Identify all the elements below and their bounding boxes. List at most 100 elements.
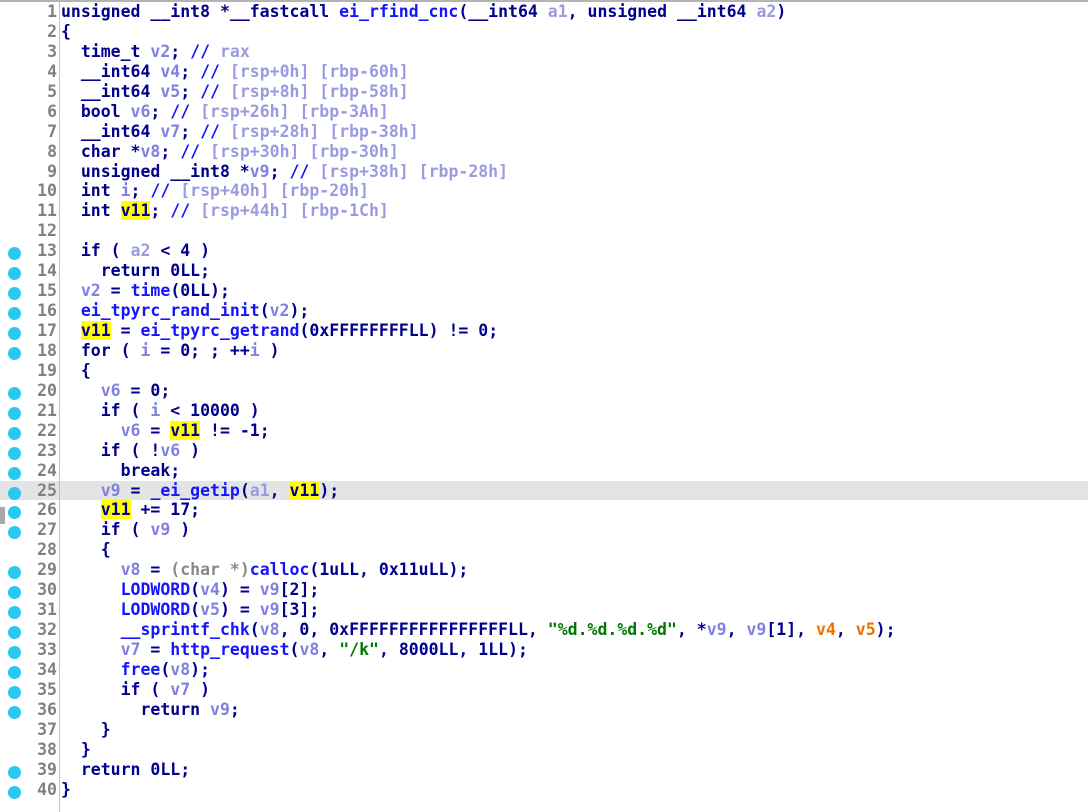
- code-token: , 0, 0xFFFFFFFFFFFFFFFFLL,: [279, 620, 548, 640]
- code-token: //: [200, 81, 220, 101]
- code-token: [rsp+38h] [rbp-28h]: [309, 161, 509, 181]
- code-line-text: if ( !v6 ): [61, 441, 200, 461]
- code-line[interactable]: 21 if ( i < 10000 ): [0, 401, 1088, 421]
- code-token: =: [120, 480, 151, 500]
- code-line[interactable]: 19 {: [0, 361, 1088, 381]
- code-token: [3];: [279, 600, 320, 620]
- code-token: ;: [170, 41, 191, 61]
- code-line[interactable]: 40}: [0, 780, 1088, 800]
- code-line[interactable]: 7 __int64 v7; // [rsp+28h] [rbp-38h]: [0, 122, 1088, 142]
- code-line[interactable]: 38 }: [0, 740, 1088, 760]
- pseudocode-view[interactable]: 1 unsigned __int8 *__fastcall ei_rfind_cn…: [0, 0, 1088, 812]
- code-line[interactable]: 14 return 0LL;: [0, 261, 1088, 281]
- code-token: ,: [567, 2, 588, 21]
- code-token: ) =: [219, 600, 260, 620]
- line-number: 33: [37, 640, 57, 659]
- code-line[interactable]: 35 if ( v7 ): [0, 680, 1088, 700]
- code-line[interactable]: 13 if ( a2 < 4 ): [0, 241, 1088, 261]
- code-line[interactable]: 11 int v11; // [rsp+44h] [rbp-1Ch]: [0, 201, 1088, 221]
- code-line[interactable]: 32 __sprintf_chk(v8, 0, 0xFFFFFFFFFFFFFF…: [0, 620, 1088, 640]
- code-token: //: [150, 181, 171, 201]
- line-number: 1: [47, 2, 57, 21]
- code-line[interactable]: 31 LODWORD(v5) = v9[3];: [0, 600, 1088, 620]
- line-number: 30: [37, 580, 57, 600]
- code-token: if ( !: [61, 440, 161, 460]
- code-line[interactable]: 24 break;: [0, 461, 1088, 481]
- code-line[interactable]: 6 bool v6; // [rsp+26h] [rbp-3Ah]: [0, 102, 1088, 122]
- highlighted-token: v11: [170, 420, 201, 440]
- code-token: v6: [130, 101, 151, 121]
- line-number: 36: [37, 699, 57, 719]
- code-token: ;: [130, 181, 151, 201]
- code-token: }: [61, 739, 91, 759]
- line-number: 23: [37, 440, 57, 460]
- code-line[interactable]: 17 v11 = ei_tpyrc_getrand(0xFFFFFFFFLL) …: [0, 321, 1088, 341]
- code-line[interactable]: 5 __int64 v5; // [rsp+8h] [rbp-58h]: [0, 82, 1088, 102]
- code-line[interactable]: 1 unsigned __int8 *__fastcall ei_rfind_cn…: [0, 2, 1088, 22]
- code-token: = 0;: [120, 380, 171, 400]
- line-number: 2: [47, 21, 57, 41]
- code-line[interactable]: 26 v11 += 17;: [0, 500, 1088, 520]
- code-line-text: if ( a2 < 4 ): [61, 241, 210, 261]
- code-token: [1],: [766, 620, 817, 640]
- code-line[interactable]: 30 LODWORD(v4) = v9[2];: [0, 580, 1088, 600]
- code-line[interactable]: 3 time_t v2; // rax: [0, 42, 1088, 62]
- code-line-text: time_t v2; // rax: [61, 42, 250, 62]
- code-line[interactable]: 10 int i; // [rsp+40h] [rbp-20h]: [0, 181, 1088, 201]
- code-line[interactable]: 22 v6 = v11 != -1;: [0, 420, 1088, 441]
- code-line[interactable]: 15 v2 = time(0LL);: [0, 281, 1088, 301]
- code-line[interactable]: 4 __int64 v4; // [rsp+0h] [rbp-60h]: [0, 62, 1088, 82]
- code-line[interactable]: 28 {: [0, 540, 1088, 560]
- code-token: v7: [160, 121, 181, 141]
- line-number: 35: [37, 679, 57, 699]
- line-number: 38: [37, 739, 57, 759]
- code-line-text: v7 = http_request(v8, "/k", 8000LL, 1LL)…: [61, 640, 528, 660]
- code-line-text: return v9;: [61, 700, 239, 720]
- code-line[interactable]: 12: [0, 221, 1088, 241]
- code-line[interactable]: 27 if ( v9 ): [0, 520, 1088, 540]
- code-token: {: [61, 540, 111, 560]
- code-line[interactable]: 36 return v9;: [0, 700, 1088, 720]
- code-line[interactable]: 33 v7 = http_request(v8, "/k", 8000LL, 1…: [0, 640, 1088, 660]
- code-line[interactable]: 16 ei_tpyrc_rand_init(v2);: [0, 301, 1088, 321]
- code-line-text: if ( v9 ): [61, 520, 190, 540]
- code-line-text: free(v8);: [61, 660, 210, 680]
- line-number: 34: [37, 659, 57, 679]
- code-line-text: }: [61, 720, 111, 740]
- line-number: 15: [37, 281, 57, 301]
- code-line[interactable]: 2{: [0, 22, 1088, 42]
- code-token: v8: [140, 141, 161, 161]
- code-token: [rsp+30h] [rbp-30h]: [200, 141, 399, 161]
- code-token: i: [150, 400, 161, 420]
- code-token: if (: [61, 241, 131, 261]
- code-token: if (: [61, 679, 171, 699]
- code-line[interactable]: 37 }: [0, 720, 1088, 740]
- code-token: [rsp+26h] [rbp-3Ah]: [190, 101, 389, 121]
- code-line[interactable]: 9 unsigned __int8 *v9; // [rsp+38h] [rbp…: [0, 162, 1088, 182]
- code-token: );: [289, 301, 310, 321]
- code-token: v9: [100, 480, 121, 500]
- code-line[interactable]: 20 v6 = 0;: [0, 381, 1088, 401]
- code-line-text: }: [61, 780, 71, 800]
- code-token: v8: [259, 620, 280, 640]
- code-token: char *: [61, 141, 141, 161]
- code-line[interactable]: 8 char *v8; // [rsp+30h] [rbp-30h]: [0, 142, 1088, 162]
- code-token: (: [259, 301, 270, 321]
- code-line[interactable]: 29 v8 = (char *)calloc(1uLL, 0x11uLL);: [0, 560, 1088, 580]
- code-line[interactable]: 39 return 0LL;: [0, 760, 1088, 780]
- highlighted-token: v11: [80, 321, 111, 340]
- code-line[interactable]: 34 free(v8);: [0, 660, 1088, 680]
- code-line-text: unsigned __int8 *__fastcall ei_rfind_cnc…: [61, 2, 786, 22]
- code-token: [rsp+40h] [rbp-20h]: [170, 181, 369, 201]
- line-number: 12: [37, 221, 57, 241]
- code-line-text: v6 = 0;: [61, 380, 171, 401]
- line-number: 3: [47, 41, 57, 61]
- code-line[interactable]: 18 for ( i = 0; ; ++i ): [0, 341, 1088, 361]
- code-line[interactable]: 23 if ( !v6 ): [0, 441, 1088, 461]
- code-line-text: LODWORD(v5) = v9[3];: [61, 600, 320, 620]
- code-line[interactable]: 25 v9 = _ei_getip(a1, v11);: [0, 480, 1088, 501]
- line-number: 13: [37, 241, 57, 261]
